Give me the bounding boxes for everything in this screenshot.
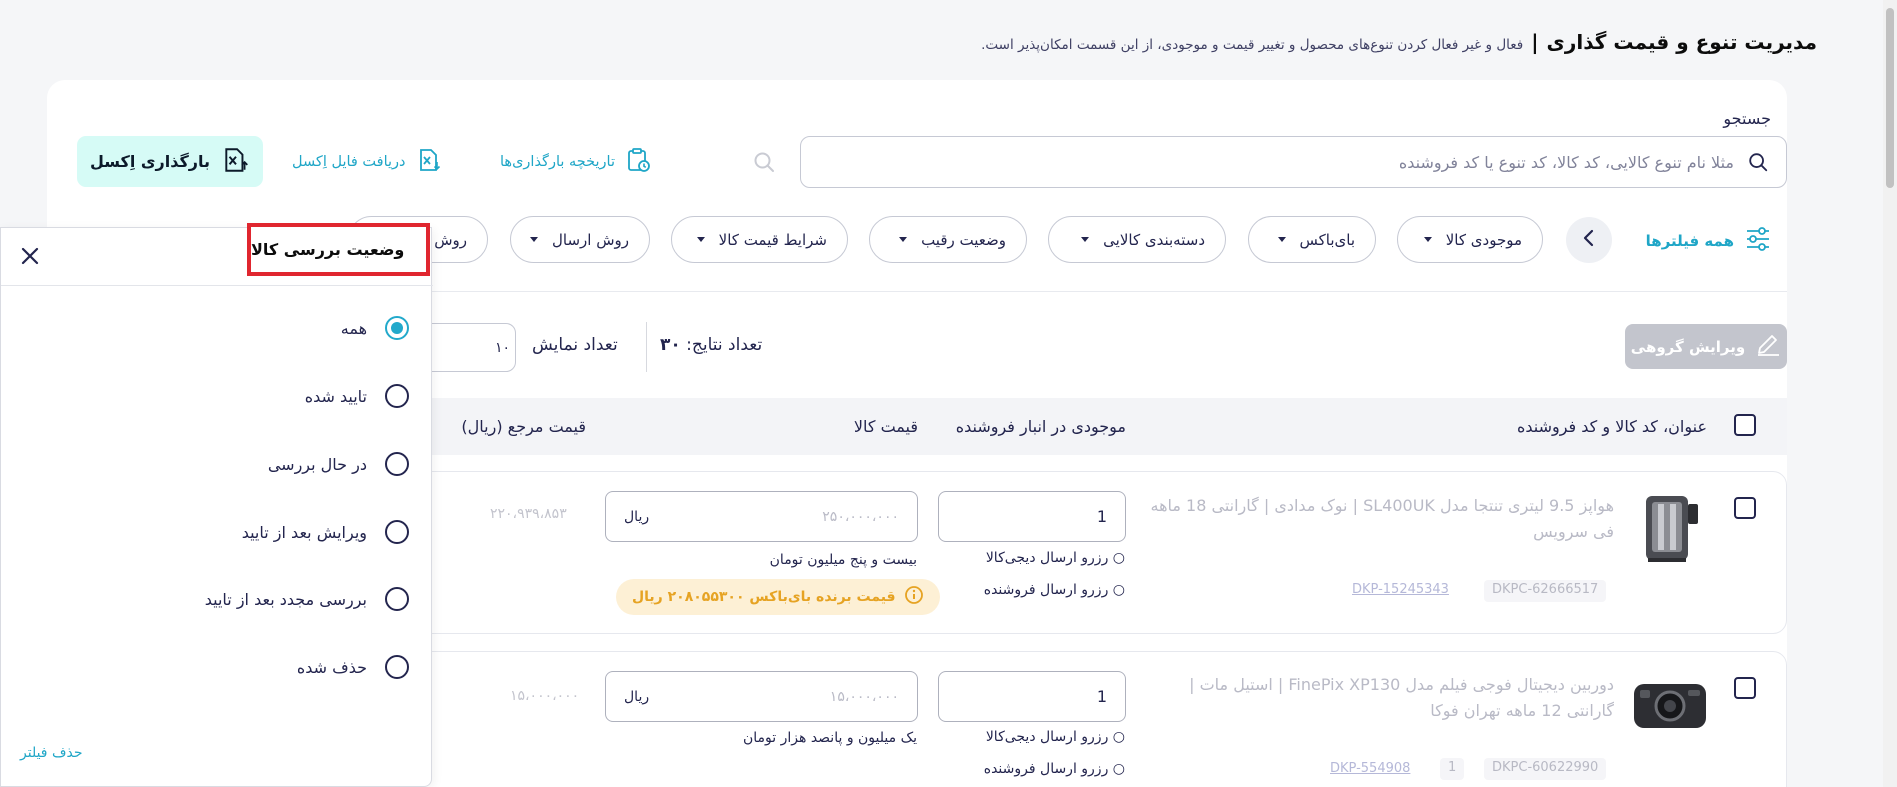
chevron-down-icon xyxy=(696,237,705,242)
filter-chip-shipping-method[interactable]: روش ارسال xyxy=(510,216,650,263)
chevron-left-icon xyxy=(1582,229,1596,251)
excel-download-link[interactable]: دریافت فایل اِکسل xyxy=(292,147,442,177)
filter-chip-category[interactable]: دسته‌بندی کالایی xyxy=(1048,216,1226,263)
radio-button[interactable] xyxy=(385,587,409,611)
header-ref-price: قیمت مرجع (ریال) xyxy=(461,417,586,436)
header-stock: موجودی در انبار فروشنده xyxy=(955,417,1126,436)
buybox-price-badge: قیمت برنده بای‌باکس ۲۰۸۰۵۵۳۰۰ ریال xyxy=(616,579,940,615)
search-box[interactable] xyxy=(800,136,1787,188)
filter-chip-stock[interactable]: موجودی کالا xyxy=(1397,216,1543,263)
chevron-down-icon xyxy=(1277,237,1286,242)
row-checkbox[interactable] xyxy=(1734,677,1756,699)
title-separator: | xyxy=(1531,30,1539,54)
info-icon xyxy=(904,585,924,609)
radio-option-edited-after-approval[interactable]: ویرایش بعد از تایید xyxy=(242,520,409,544)
radio-option-reviewing[interactable]: در حال بررسی xyxy=(268,452,409,476)
page-scrollbar[interactable] xyxy=(1883,0,1897,787)
stock-input[interactable]: 1 xyxy=(938,491,1126,542)
results-count-value: ۳۰ xyxy=(660,335,681,355)
page-header: مدیریت تنوع و قیمت گذاری | فعال و غیر فع… xyxy=(981,30,1817,54)
price-input[interactable]: ۱۵،۰۰۰،۰۰۰ ریال xyxy=(605,671,918,722)
bulk-edit-button[interactable]: ویرایش گروهی xyxy=(1625,324,1787,369)
price-in-words: یک میلیون و پانصد هزار تومان xyxy=(742,730,917,746)
search-submit-icon[interactable] xyxy=(752,150,776,174)
excel-download-icon xyxy=(416,147,442,177)
review-status-filter-panel: وضعیت بررسی کالا همه تایید شده در حال بر… xyxy=(0,223,433,787)
ref-price: ۲۲۰،۹۳۹،۸۵۳ xyxy=(490,506,567,522)
product-image xyxy=(1630,676,1710,740)
product-count: 1 xyxy=(1440,758,1465,780)
per-page-label: تعداد نمایش xyxy=(532,335,618,355)
page-title: مدیریت تنوع و قیمت گذاری xyxy=(1546,30,1817,54)
reserve-digikala: ○ رزرو ارسال دیجی‌کالا xyxy=(985,729,1125,745)
search-label: جستجو xyxy=(1723,109,1771,128)
pencil-icon xyxy=(1755,333,1781,361)
reserve-digikala: ○ رزرو ارسال دیجی‌کالا xyxy=(985,550,1125,566)
ref-price: ۱۵،۰۰۰،۰۰۰ xyxy=(510,688,580,704)
remove-filter-link[interactable]: حذف فیلتر xyxy=(20,745,82,761)
radio-button[interactable] xyxy=(385,520,409,544)
product-title[interactable]: هواپز 9.5 لیتری تنتجا مدل SL400UK | نوک … xyxy=(1144,493,1614,545)
header-title: عنوان، کد کالا و کد فروشنده xyxy=(1516,417,1707,436)
product-code-link[interactable]: DKP-554908 xyxy=(1330,761,1410,776)
seller-code: DKPC-60622990 xyxy=(1484,758,1607,780)
search-icon[interactable] xyxy=(1746,150,1770,174)
radio-option-approved[interactable]: تایید شده xyxy=(305,384,409,408)
radio-button[interactable] xyxy=(385,655,409,679)
radio-option-deleted[interactable]: حذف شده xyxy=(297,655,409,679)
product-code-link[interactable]: DKP-15245343 xyxy=(1352,582,1449,597)
price-in-words: بیست و پنج میلیون تومان xyxy=(769,552,917,568)
upload-history-link[interactable]: تاریخچه بارگذاری‌ها xyxy=(500,147,651,177)
close-icon[interactable] xyxy=(19,245,41,267)
row-checkbox[interactable] xyxy=(1734,497,1756,519)
header-price: قیمت کالا xyxy=(853,417,918,436)
clipboard-history-icon xyxy=(625,147,651,177)
product-title[interactable]: دوربین دیجیتال فوجی فیلم مدل FinePix XP1… xyxy=(1144,672,1614,724)
radio-button[interactable] xyxy=(385,452,409,476)
radio-button[interactable] xyxy=(385,384,409,408)
reserve-seller: ○ رزرو ارسال فروشنده xyxy=(983,582,1125,598)
search-input[interactable] xyxy=(817,152,1734,172)
filter-chip-price-conditions[interactable]: شرایط قیمت کالا xyxy=(671,216,848,263)
chevron-down-icon xyxy=(1081,237,1090,242)
product-image xyxy=(1636,490,1704,570)
seller-code: DKPC-62666517 xyxy=(1484,580,1607,602)
all-filters-button[interactable]: همه فیلترها xyxy=(1646,226,1772,256)
excel-download-label: دریافت فایل اِکسل xyxy=(292,154,406,170)
filter-chip-buybox[interactable]: بای‌باکس xyxy=(1248,216,1376,263)
scrollbar-thumb[interactable] xyxy=(1886,8,1894,188)
per-page-select[interactable]: ۱۰ xyxy=(420,323,516,372)
results-count: تعداد نتایج: ۳۰ xyxy=(660,335,763,355)
chevron-down-icon xyxy=(1423,237,1432,242)
excel-upload-icon xyxy=(222,146,250,178)
panel-divider xyxy=(1,285,433,286)
chevron-down-icon xyxy=(899,237,908,242)
radio-option-rereview-after-approval[interactable]: بررسی مجدد بعد از تایید xyxy=(205,587,409,611)
radio-option-all[interactable]: همه xyxy=(341,316,409,340)
reserve-seller: ○ رزرو ارسال فروشنده xyxy=(983,761,1125,777)
select-all-checkbox[interactable] xyxy=(1734,414,1756,436)
bulk-edit-label: ویرایش گروهی xyxy=(1630,337,1746,356)
stock-input[interactable]: 1 xyxy=(938,671,1126,722)
results-divider xyxy=(646,322,647,372)
chevron-down-icon xyxy=(529,237,538,242)
upload-history-label: تاریخچه بارگذاری‌ها xyxy=(500,154,616,170)
page-description: فعال و غیر فعال کردن تنوع‌های محصول و تغ… xyxy=(981,37,1524,53)
price-input[interactable]: ۲۵۰،۰۰۰،۰۰۰ ریال xyxy=(605,491,918,542)
all-filters-label: همه فیلترها xyxy=(1645,232,1734,250)
excel-upload-button[interactable]: بارگذاری اِکسل xyxy=(77,136,263,187)
excel-upload-label: بارگذاری اِکسل xyxy=(89,152,211,171)
sliders-icon xyxy=(1744,226,1772,256)
radio-button-selected[interactable] xyxy=(385,316,409,340)
filter-chip-competitor[interactable]: وضعیت رقیب xyxy=(869,216,1027,263)
panel-title: وضعیت بررسی کالا xyxy=(247,223,430,276)
filters-scroll-button[interactable] xyxy=(1566,217,1612,263)
